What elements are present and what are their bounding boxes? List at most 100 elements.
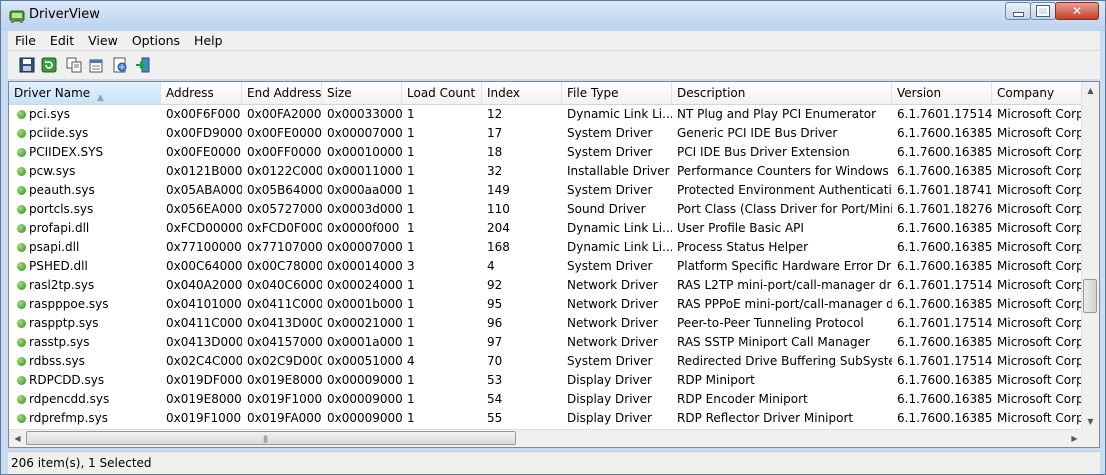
horizontal-scrollbar[interactable]: ◀ ||| ▶ <box>9 429 1083 447</box>
cell-version: 6.1.7600.16385 <box>897 259 992 273</box>
cell-address: 0x056EA000 <box>166 202 242 216</box>
table-row[interactable]: raspppoe.sys 0x04101000 0x0411C000 0x0001b0… <box>9 295 1085 314</box>
cell-file-type: Display Driver <box>567 411 652 425</box>
exit-icon[interactable] <box>135 57 151 73</box>
cell-version: 6.1.7601.17514 <box>897 107 992 121</box>
close-button[interactable]: ✕ <box>1055 2 1099 20</box>
cell-version: 6.1.7601.18276 <box>897 202 992 216</box>
cell-end-address: 0x05B64000 <box>247 183 322 197</box>
cell-file-type: System Driver <box>567 354 653 368</box>
html-report-icon[interactable] <box>112 57 128 73</box>
maximize-button[interactable] <box>1030 2 1056 20</box>
menu-file[interactable]: File <box>8 31 43 50</box>
column-header-end-address[interactable]: End Address <box>242 82 322 104</box>
cell-company: Microsoft Corpo <box>997 392 1085 406</box>
cell-index: 168 <box>487 240 510 254</box>
cell-address: 0x00FE0000 <box>166 145 242 159</box>
cell-end-address: 0x00FA2000 <box>247 107 322 121</box>
cell-index: 55 <box>487 411 503 425</box>
cell-description: RDP Miniport <box>677 373 755 387</box>
properties-icon[interactable] <box>88 57 104 73</box>
cell-size: 0x00010000 <box>327 145 402 159</box>
column-header-load-count[interactable]: Load Count <box>402 82 482 104</box>
menu-help[interactable]: Help <box>187 31 230 50</box>
cell-company: Microsoft Corpo <box>997 354 1085 368</box>
cell-end-address: 0x0122C000 <box>247 164 322 178</box>
cell-company: Microsoft Corpo <box>997 107 1085 121</box>
table-row[interactable]: pcw.sys 0x0121B000 0x0122C000 0x00011000 1 32… <box>9 162 1085 181</box>
column-header-size[interactable]: Size <box>322 82 402 104</box>
table-row[interactable]: psapi.dll 0x77100000 0x77107000 0x00007000 1… <box>9 238 1085 257</box>
cell-index: 92 <box>487 278 503 292</box>
cell-index: 54 <box>487 392 503 406</box>
cell-end-address: 0x019E8000 <box>247 373 322 387</box>
cell-size: 0x00011000 <box>327 164 402 178</box>
cell-index: 18 <box>487 145 503 159</box>
column-header-index[interactable]: Index <box>482 82 562 104</box>
table-row[interactable]: pci.sys 0x00F6F000 0x00FA2000 0x00033000 1 12… <box>9 105 1085 124</box>
cell-driver-name: raspppoe.sys <box>29 297 109 311</box>
cell-driver-name: pcw.sys <box>29 164 76 178</box>
save-icon[interactable] <box>19 57 35 73</box>
table-row[interactable]: PSHED.dll 0x00C64000 0x00C78000 0x00014000 3… <box>9 257 1085 276</box>
cell-description: RAS L2TP mini-port/call-manager dri... <box>677 278 892 292</box>
cell-end-address: 0x0413D000 <box>247 316 322 330</box>
title-bar[interactable]: DriverView ✕ <box>1 1 1105 31</box>
cell-driver-name: psapi.dll <box>29 240 80 254</box>
cell-address: 0x019E8000 <box>166 392 242 406</box>
cell-address: 0xFCD00000 <box>166 221 242 235</box>
menu-view[interactable]: View <box>81 31 125 50</box>
scroll-left-icon[interactable]: ◀ <box>9 430 26 447</box>
cell-driver-name: rdprefmp.sys <box>29 411 108 425</box>
table-row[interactable]: raspptp.sys 0x0411C000 0x0413D000 0x0002100… <box>9 314 1085 333</box>
cell-company: Microsoft Corpo <box>997 373 1085 387</box>
vertical-scrollbar[interactable]: ▲ ▼ <box>1081 82 1099 430</box>
horizontal-scroll-thumb[interactable]: ||| <box>26 431 516 445</box>
column-header-driver-name[interactable]: Driver Name ▲ <box>9 82 161 104</box>
column-header-company[interactable]: Company <box>992 82 1085 104</box>
scroll-up-icon[interactable]: ▲ <box>1082 82 1099 99</box>
menu-edit[interactable]: Edit <box>43 31 81 50</box>
scroll-right-icon[interactable]: ▶ <box>1066 430 1083 447</box>
column-header-address[interactable]: Address <box>161 82 242 104</box>
driver-list[interactable]: Driver Name ▲ Address End Address Size L… <box>8 81 1100 448</box>
column-header-version[interactable]: Version <box>892 82 992 104</box>
table-row[interactable]: rdbss.sys 0x02C4C000 0x02C9D000 0x00051000 4… <box>9 352 1085 371</box>
table-row[interactable]: portcls.sys 0x056EA000 0x05727000 0x0003d00… <box>9 200 1085 219</box>
cell-load-count: 3 <box>407 259 415 273</box>
maximize-icon <box>1031 3 1055 19</box>
cell-address: 0x0121B000 <box>166 164 242 178</box>
cell-size: 0x000aa000 <box>327 183 402 197</box>
cell-load-count: 1 <box>407 297 415 311</box>
table-row[interactable]: rdpencdd.sys 0x019E8000 0x019F1000 0x000090… <box>9 390 1085 409</box>
cell-description: Process Status Helper <box>677 240 809 254</box>
table-row[interactable]: rdprefmp.sys 0x019F1000 0x019FA000 0x000090… <box>9 409 1085 428</box>
cell-driver-name: raspptp.sys <box>29 316 99 330</box>
cell-load-count: 1 <box>407 240 415 254</box>
table-row[interactable]: pciide.sys 0x00FD9000 0x00FE0000 0x00007000… <box>9 124 1085 143</box>
cell-index: 70 <box>487 354 503 368</box>
cell-description: RAS SSTP Miniport Call Manager <box>677 335 870 349</box>
minimize-button[interactable] <box>1005 2 1031 20</box>
vertical-scroll-thumb[interactable] <box>1083 279 1097 313</box>
cell-index: 96 <box>487 316 503 330</box>
cell-index: 12 <box>487 107 503 121</box>
cell-version: 6.1.7600.16385 <box>897 373 992 387</box>
refresh-icon[interactable] <box>41 57 57 73</box>
table-row[interactable]: PCIIDEX.SYS 0x00FE0000 0x00FF0000 0x0001000… <box>9 143 1085 162</box>
column-header-description[interactable]: Description <box>672 82 892 104</box>
table-row[interactable]: RDPCDD.sys 0x019DF000 0x019E8000 0x00009000… <box>9 371 1085 390</box>
menu-options[interactable]: Options <box>125 31 187 50</box>
column-header-file-type[interactable]: File Type <box>562 82 672 104</box>
table-row[interactable]: rasl2tp.sys 0x040A2000 0x040C6000 0x0002400… <box>9 276 1085 295</box>
table-row[interactable]: rasstp.sys 0x0413D000 0x04157000 0x0001a000… <box>9 333 1085 352</box>
cell-address: 0x05ABA000 <box>166 183 242 197</box>
table-row[interactable]: peauth.sys 0x05ABA000 0x05B64000 0x000aa000… <box>9 181 1085 200</box>
cell-description: Platform Specific Hardware Error Driver <box>677 259 892 273</box>
scroll-down-icon[interactable]: ▼ <box>1082 413 1099 430</box>
copy-icon[interactable] <box>66 57 82 73</box>
cell-index: 204 <box>487 221 510 235</box>
cell-end-address: 0x05727000 <box>247 202 322 216</box>
cell-load-count: 4 <box>407 354 415 368</box>
table-row[interactable]: profapi.dll 0xFCD00000 0xFCD0F000 0x0000f00… <box>9 219 1085 238</box>
